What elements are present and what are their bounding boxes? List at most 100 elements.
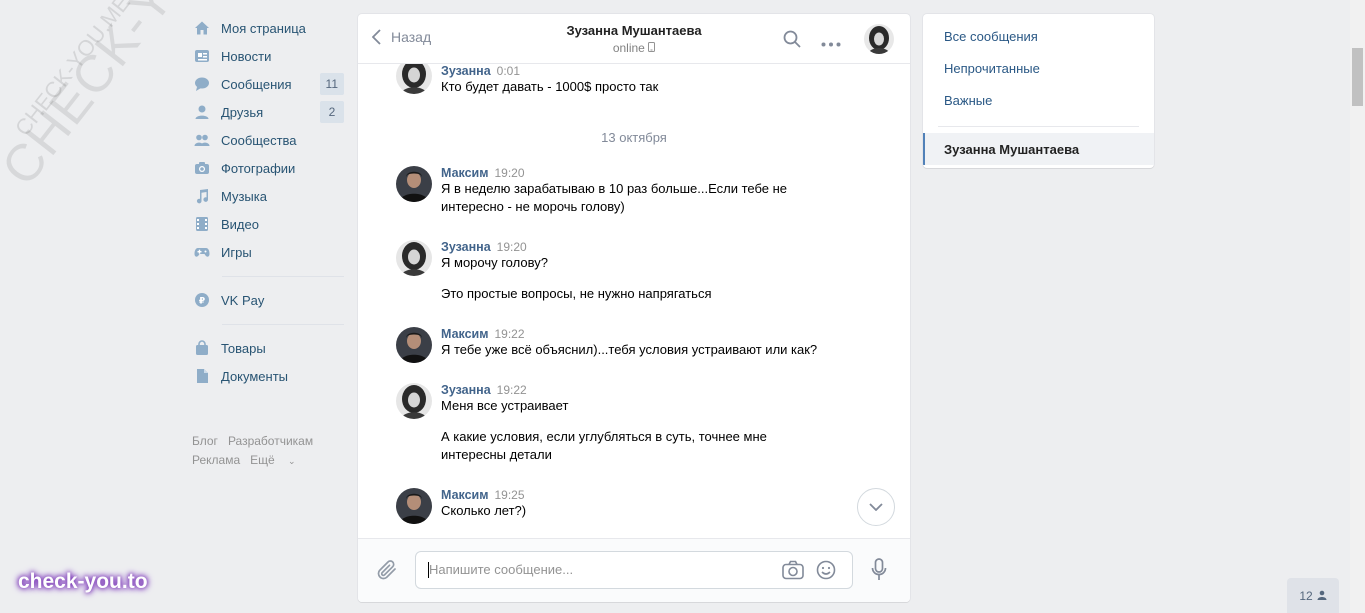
message-group: Максим 19:25 Сколько лет?) [396,488,866,524]
message-text: Я в неделю зарабатываю в 10 раз больше..… [441,181,788,214]
message-text: Я тебе уже всё объяснил)...тебя условия … [441,342,818,357]
message-header: Зузанна 0:01 [441,64,866,78]
camera-icon[interactable] [782,560,804,584]
nav-label: VK Pay [221,292,265,308]
active-dialog-item[interactable]: Зузанна Мушантаева [923,133,1154,165]
scroll-down-button[interactable] [857,488,895,526]
nav-divider [222,324,344,325]
message-group: Максим 19:20 Я в неделю зарабатываю в 10 … [396,166,866,216]
music-icon [194,188,210,204]
nav-divider [222,276,344,277]
message-input[interactable]: Напишите сообщение... [415,551,853,589]
nav-item-games[interactable]: Игры [192,238,344,266]
message-header: Зузанна 19:22 [441,383,866,397]
message-text: Это простые вопросы, не нужно напрягатьс… [441,286,712,301]
gamepad-icon [194,244,210,260]
message-text: Меня все устраивает [441,398,569,413]
message-history: Зузанна 0:01 Кто будет давать - 1000$ про… [358,64,910,538]
date-separator: 13 октября [601,130,667,145]
chevron-down-icon: ⌄ [288,456,296,466]
nav-item-music[interactable]: Музыка [192,182,344,210]
nav-item-photos[interactable]: Фотографии [192,154,344,182]
footer-link-developers[interactable]: Разработчикам [228,434,313,448]
friends-icon [194,104,210,120]
nav-item-documents[interactable]: Документы [192,362,344,390]
vkpay-icon: ₽ [194,292,210,308]
message-composer: Напишите сообщение... [358,538,910,602]
more-options-icon[interactable] [821,36,841,51]
message-time[interactable]: 0:01 [497,64,520,78]
nav-label: Товары [221,340,266,356]
avatar-zuzanna[interactable] [396,240,432,276]
video-icon [194,216,210,232]
left-navigation: Моя страница Новости Сообщения 11 Друзья… [192,14,344,471]
avatar-zuzanna[interactable] [396,383,432,419]
filter-all-messages[interactable]: Все сообщения [923,20,1154,52]
nav-label: Друзья [221,104,264,120]
message-header: Зузанна 19:20 [441,240,866,254]
peer-avatar[interactable] [864,24,894,54]
microphone-icon[interactable] [871,558,887,586]
online-friends-button[interactable]: 12 [1287,578,1339,613]
message-author[interactable]: Максим [441,327,489,341]
filter-unread[interactable]: Непрочитанные [923,52,1154,84]
avatar-maxim[interactable] [396,327,432,363]
message-header: Максим 19:20 [441,166,866,180]
messages-count-badge: 11 [319,73,344,95]
message-author[interactable]: Зузанна [441,64,491,78]
filter-important[interactable]: Важные [923,84,1154,116]
message-time[interactable]: 19:25 [495,488,525,502]
nav-item-my-page[interactable]: Моя страница [192,14,344,42]
message-author[interactable]: Зузанна [441,240,491,254]
emoji-icon[interactable] [816,560,836,584]
message-text: Сколько лет?) [441,503,527,518]
message-time[interactable]: 19:22 [497,383,527,397]
message-text: Я морочу голову? [441,255,548,270]
search-icon[interactable] [783,30,801,52]
dialogs-filter-panel: Все сообщения Непрочитанные Важные Зузан… [923,14,1154,168]
nav-item-friends[interactable]: Друзья 2 [192,98,344,126]
page-scrollbar[interactable] [1350,0,1365,613]
footer-link-blog[interactable]: Блог [192,434,218,448]
messages-icon [194,76,210,92]
svg-text:₽: ₽ [199,297,205,307]
footer-link-ads[interactable]: Реклама [192,453,240,467]
scrollbar-thumb[interactable] [1352,48,1363,106]
message-author[interactable]: Зузанна [441,383,491,397]
message-header: Максим 19:25 [441,488,866,502]
online-count: 12 [1299,588,1313,603]
message-time[interactable]: 19:20 [495,166,525,180]
chat-window: Назад Зузанна Мушантаева online Зузанна 0… [358,14,910,602]
footer-link-more[interactable]: Ещё ⌄ [250,453,305,467]
paperclip-icon[interactable] [376,558,398,586]
avatar-zuzanna[interactable] [396,64,432,94]
nav-item-goods[interactable]: Товары [192,334,344,362]
avatar-maxim[interactable] [396,166,432,202]
nav-item-news[interactable]: Новости [192,42,344,70]
nav-item-vkpay[interactable]: ₽ VK Pay [192,286,344,314]
message-time[interactable]: 19:22 [495,327,525,341]
mobile-icon [648,41,656,55]
friends-count-badge: 2 [320,101,344,123]
person-icon [1317,589,1327,603]
nav-label: Игры [221,244,252,260]
nav-item-video[interactable]: Видео [192,210,344,238]
panel-divider [938,126,1139,127]
nav-item-groups[interactable]: Сообщества [192,126,344,154]
avatar-maxim[interactable] [396,488,432,524]
nav-item-messages[interactable]: Сообщения 11 [192,70,344,98]
message-group: Зузанна 19:20 Я морочу голову? Это просты… [396,240,866,303]
bag-icon [194,340,210,356]
camera-icon [194,160,210,176]
message-text: Кто будет давать - 1000$ просто так [441,79,659,94]
nav-label: Новости [221,48,272,64]
message-author[interactable]: Максим [441,166,489,180]
message-header: Максим 19:22 [441,327,866,341]
watermark-corner: check-you.to [18,570,148,593]
chevron-down-icon [869,503,883,511]
message-input-placeholder: Напишите сообщение... [429,562,574,577]
nav-label: Сообщества [221,132,297,148]
message-time[interactable]: 19:20 [497,240,527,254]
message-text: А какие условия, если углубляться в суть… [441,429,767,462]
message-author[interactable]: Максим [441,488,489,502]
